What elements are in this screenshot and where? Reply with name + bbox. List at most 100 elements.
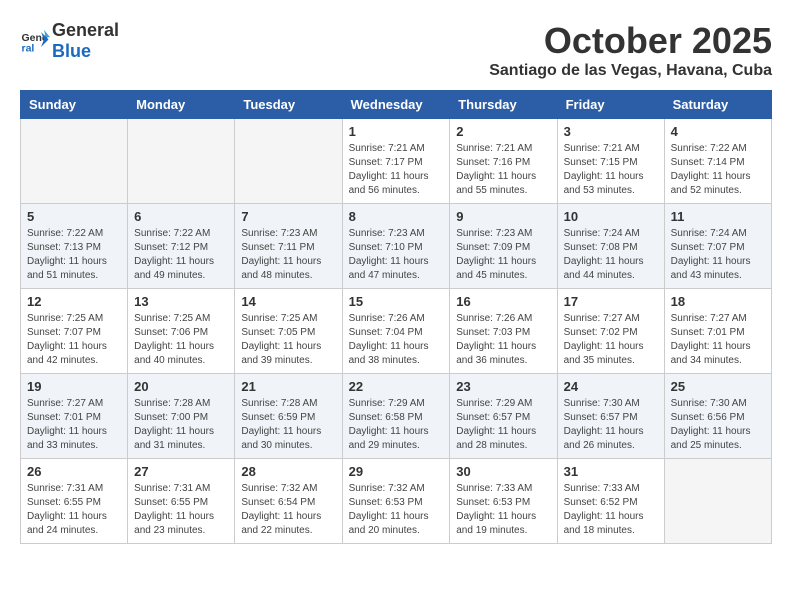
- day-info: Sunrise: 7:27 AM Sunset: 7:01 PM Dayligh…: [671, 312, 765, 368]
- day-number: 4: [671, 124, 765, 139]
- day-number: 28: [241, 464, 335, 479]
- day-number: 3: [564, 124, 658, 139]
- day-info: Sunrise: 7:24 AM Sunset: 7:08 PM Dayligh…: [564, 227, 658, 283]
- day-number: 2: [456, 124, 550, 139]
- calendar-empty-cell: [235, 119, 342, 204]
- day-number: 14: [241, 294, 335, 309]
- day-number: 30: [456, 464, 550, 479]
- day-info: Sunrise: 7:29 AM Sunset: 6:57 PM Dayligh…: [456, 397, 550, 453]
- day-number: 1: [349, 124, 444, 139]
- calendar-empty-cell: [128, 119, 235, 204]
- calendar-empty-cell: [21, 119, 128, 204]
- calendar-day-12: 12 Sunrise: 7:25 AM Sunset: 7:07 PM Dayli…: [21, 289, 128, 374]
- day-info: Sunrise: 7:21 AM Sunset: 7:16 PM Dayligh…: [456, 142, 550, 198]
- day-number: 6: [134, 209, 228, 224]
- calendar-day-1: 1 Sunrise: 7:21 AM Sunset: 7:17 PM Daylig…: [342, 119, 450, 204]
- calendar-day-19: 19Sunrise: 7:27 AM Sunset: 7:01 PM Dayli…: [21, 374, 128, 459]
- day-info: Sunrise: 7:22 AM Sunset: 7:12 PM Dayligh…: [134, 227, 228, 283]
- calendar-day-13: 13 Sunrise: 7:25 AM Sunset: 7:06 PM Dayli…: [128, 289, 235, 374]
- location-title: Santiago de las Vegas, Havana, Cuba: [489, 62, 772, 80]
- header: Gene ral General Blue October 2025 Santi…: [20, 20, 772, 80]
- calendar-week-row: 5 Sunrise: 7:22 AM Sunset: 7:13 PM Daylig…: [21, 204, 772, 289]
- day-info: Sunrise: 7:29 AM Sunset: 6:58 PM Dayligh…: [349, 397, 444, 453]
- day-info: Sunrise: 7:25 AM Sunset: 7:05 PM Dayligh…: [241, 312, 335, 368]
- day-number: 31: [564, 464, 658, 479]
- day-info: Sunrise: 7:21 AM Sunset: 7:17 PM Dayligh…: [349, 142, 444, 198]
- day-info: Sunrise: 7:30 AM Sunset: 6:57 PM Dayligh…: [564, 397, 658, 453]
- day-info: Sunrise: 7:28 AM Sunset: 6:59 PM Dayligh…: [241, 397, 335, 453]
- title-area: October 2025 Santiago de las Vegas, Hava…: [489, 20, 772, 80]
- day-number: 27: [134, 464, 228, 479]
- calendar-day-29: 29Sunrise: 7:32 AM Sunset: 6:53 PM Dayli…: [342, 459, 450, 544]
- day-number: 12: [27, 294, 121, 309]
- calendar-day-15: 15 Sunrise: 7:26 AM Sunset: 7:04 PM Dayli…: [342, 289, 450, 374]
- day-number: 13: [134, 294, 228, 309]
- day-info: Sunrise: 7:31 AM Sunset: 6:55 PM Dayligh…: [134, 482, 228, 538]
- weekday-header-wednesday: Wednesday: [342, 91, 450, 119]
- day-number: 7: [241, 209, 335, 224]
- day-info: Sunrise: 7:26 AM Sunset: 7:04 PM Dayligh…: [349, 312, 444, 368]
- calendar-day-4: 4 Sunrise: 7:22 AM Sunset: 7:14 PM Daylig…: [664, 119, 771, 204]
- calendar-day-5: 5 Sunrise: 7:22 AM Sunset: 7:13 PM Daylig…: [21, 204, 128, 289]
- day-info: Sunrise: 7:23 AM Sunset: 7:10 PM Dayligh…: [349, 227, 444, 283]
- logo: Gene ral General Blue: [20, 20, 119, 62]
- day-number: 15: [349, 294, 444, 309]
- svg-text:ral: ral: [22, 43, 35, 55]
- day-number: 8: [349, 209, 444, 224]
- calendar-day-31: 31 Sunrise: 7:33 AM Sunset: 6:52 PM Dayli…: [557, 459, 664, 544]
- weekday-header-thursday: Thursday: [450, 91, 557, 119]
- day-info: Sunrise: 7:27 AM Sunset: 7:01 PM Dayligh…: [27, 397, 121, 453]
- calendar-day-22: 22 Sunrise: 7:29 AM Sunset: 6:58 PM Dayli…: [342, 374, 450, 459]
- calendar: SundayMondayTuesdayWednesdayThursdayFrid…: [20, 90, 772, 544]
- calendar-day-17: 17 Sunrise: 7:27 AM Sunset: 7:02 PM Dayli…: [557, 289, 664, 374]
- calendar-day-24: 24Sunrise: 7:30 AM Sunset: 6:57 PM Dayli…: [557, 374, 664, 459]
- day-number: 26: [27, 464, 121, 479]
- calendar-day-7: 7 Sunrise: 7:23 AM Sunset: 7:11 PM Daylig…: [235, 204, 342, 289]
- day-info: Sunrise: 7:22 AM Sunset: 7:14 PM Dayligh…: [671, 142, 765, 198]
- calendar-week-row: 1 Sunrise: 7:21 AM Sunset: 7:17 PM Daylig…: [21, 119, 772, 204]
- day-number: 23: [456, 379, 550, 394]
- calendar-day-28: 28 Sunrise: 7:32 AM Sunset: 6:54 PM Dayli…: [235, 459, 342, 544]
- calendar-day-27: 27 Sunrise: 7:31 AM Sunset: 6:55 PM Dayli…: [128, 459, 235, 544]
- day-number: 21: [241, 379, 335, 394]
- day-info: Sunrise: 7:22 AM Sunset: 7:13 PM Dayligh…: [27, 227, 121, 283]
- calendar-day-20: 20Sunrise: 7:28 AM Sunset: 7:00 PM Dayli…: [128, 374, 235, 459]
- logo-general: General: [52, 20, 119, 40]
- day-info: Sunrise: 7:24 AM Sunset: 7:07 PM Dayligh…: [671, 227, 765, 283]
- calendar-day-2: 2 Sunrise: 7:21 AM Sunset: 7:16 PM Daylig…: [450, 119, 557, 204]
- calendar-week-row: 19Sunrise: 7:27 AM Sunset: 7:01 PM Dayli…: [21, 374, 772, 459]
- day-number: 16: [456, 294, 550, 309]
- calendar-day-18: 18Sunrise: 7:27 AM Sunset: 7:01 PM Dayli…: [664, 289, 771, 374]
- day-number: 11: [671, 209, 765, 224]
- logo-blue: Blue: [52, 41, 91, 61]
- day-info: Sunrise: 7:21 AM Sunset: 7:15 PM Dayligh…: [564, 142, 658, 198]
- calendar-day-25: 25Sunrise: 7:30 AM Sunset: 6:56 PM Dayli…: [664, 374, 771, 459]
- calendar-week-row: 12 Sunrise: 7:25 AM Sunset: 7:07 PM Dayli…: [21, 289, 772, 374]
- day-info: Sunrise: 7:27 AM Sunset: 7:02 PM Dayligh…: [564, 312, 658, 368]
- day-info: Sunrise: 7:25 AM Sunset: 7:06 PM Dayligh…: [134, 312, 228, 368]
- day-info: Sunrise: 7:33 AM Sunset: 6:52 PM Dayligh…: [564, 482, 658, 538]
- day-number: 5: [27, 209, 121, 224]
- calendar-day-16: 16 Sunrise: 7:26 AM Sunset: 7:03 PM Dayli…: [450, 289, 557, 374]
- day-info: Sunrise: 7:32 AM Sunset: 6:54 PM Dayligh…: [241, 482, 335, 538]
- day-info: Sunrise: 7:33 AM Sunset: 6:53 PM Dayligh…: [456, 482, 550, 538]
- day-info: Sunrise: 7:26 AM Sunset: 7:03 PM Dayligh…: [456, 312, 550, 368]
- day-info: Sunrise: 7:25 AM Sunset: 7:07 PM Dayligh…: [27, 312, 121, 368]
- calendar-day-10: 10Sunrise: 7:24 AM Sunset: 7:08 PM Dayli…: [557, 204, 664, 289]
- weekday-header-row: SundayMondayTuesdayWednesdayThursdayFrid…: [21, 91, 772, 119]
- calendar-day-11: 11 Sunrise: 7:24 AM Sunset: 7:07 PM Dayli…: [664, 204, 771, 289]
- weekday-header-friday: Friday: [557, 91, 664, 119]
- day-number: 22: [349, 379, 444, 394]
- day-info: Sunrise: 7:28 AM Sunset: 7:00 PM Dayligh…: [134, 397, 228, 453]
- day-number: 17: [564, 294, 658, 309]
- month-title: October 2025: [489, 20, 772, 62]
- calendar-day-8: 8 Sunrise: 7:23 AM Sunset: 7:10 PM Daylig…: [342, 204, 450, 289]
- day-info: Sunrise: 7:32 AM Sunset: 6:53 PM Dayligh…: [349, 482, 444, 538]
- day-info: Sunrise: 7:30 AM Sunset: 6:56 PM Dayligh…: [671, 397, 765, 453]
- weekday-header-monday: Monday: [128, 91, 235, 119]
- calendar-day-6: 6 Sunrise: 7:22 AM Sunset: 7:12 PM Daylig…: [128, 204, 235, 289]
- calendar-day-3: 3 Sunrise: 7:21 AM Sunset: 7:15 PM Daylig…: [557, 119, 664, 204]
- calendar-day-30: 30 Sunrise: 7:33 AM Sunset: 6:53 PM Dayli…: [450, 459, 557, 544]
- calendar-day-23: 23 Sunrise: 7:29 AM Sunset: 6:57 PM Dayli…: [450, 374, 557, 459]
- day-info: Sunrise: 7:23 AM Sunset: 7:11 PM Dayligh…: [241, 227, 335, 283]
